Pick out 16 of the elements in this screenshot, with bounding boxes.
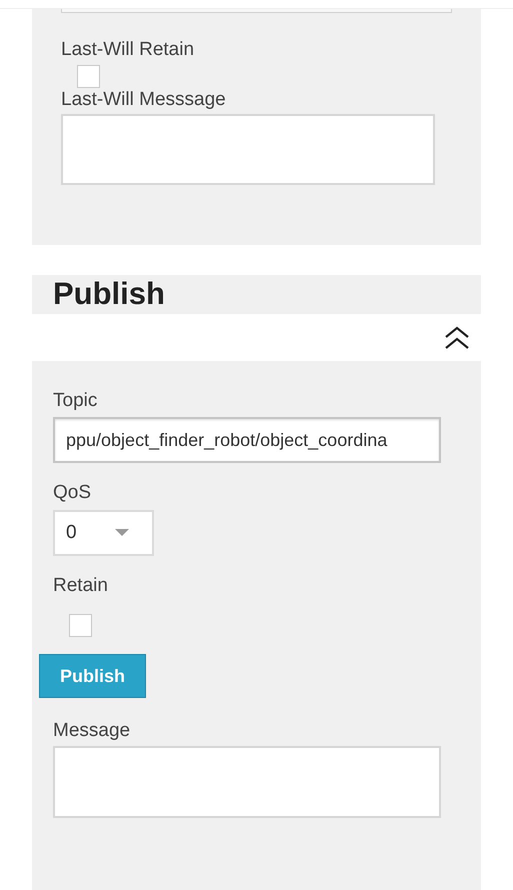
field-label: Message: [53, 719, 132, 743]
checkbox[interactable]: [77, 65, 100, 88]
message-textarea[interactable]: [53, 746, 441, 818]
text-field[interactable]: [61, 9, 452, 13]
field-label: Last-Will Messsage: [61, 88, 227, 112]
dropdown-arrow-icon: [114, 529, 129, 537]
double-chevron-up-icon: [444, 326, 470, 350]
message-textarea[interactable]: [61, 114, 435, 185]
section-title: Publish: [53, 275, 165, 314]
field-label: Retain: [53, 574, 109, 598]
qos-select[interactable]: 0: [53, 510, 154, 556]
field-label: Topic: [53, 389, 98, 413]
checkbox[interactable]: [69, 614, 92, 637]
topic-field[interactable]: ppu/object_finder_robot/object_coordina: [53, 417, 441, 463]
field-label: QoS: [53, 481, 92, 505]
field-label: Last-Will Retain: [61, 38, 196, 62]
